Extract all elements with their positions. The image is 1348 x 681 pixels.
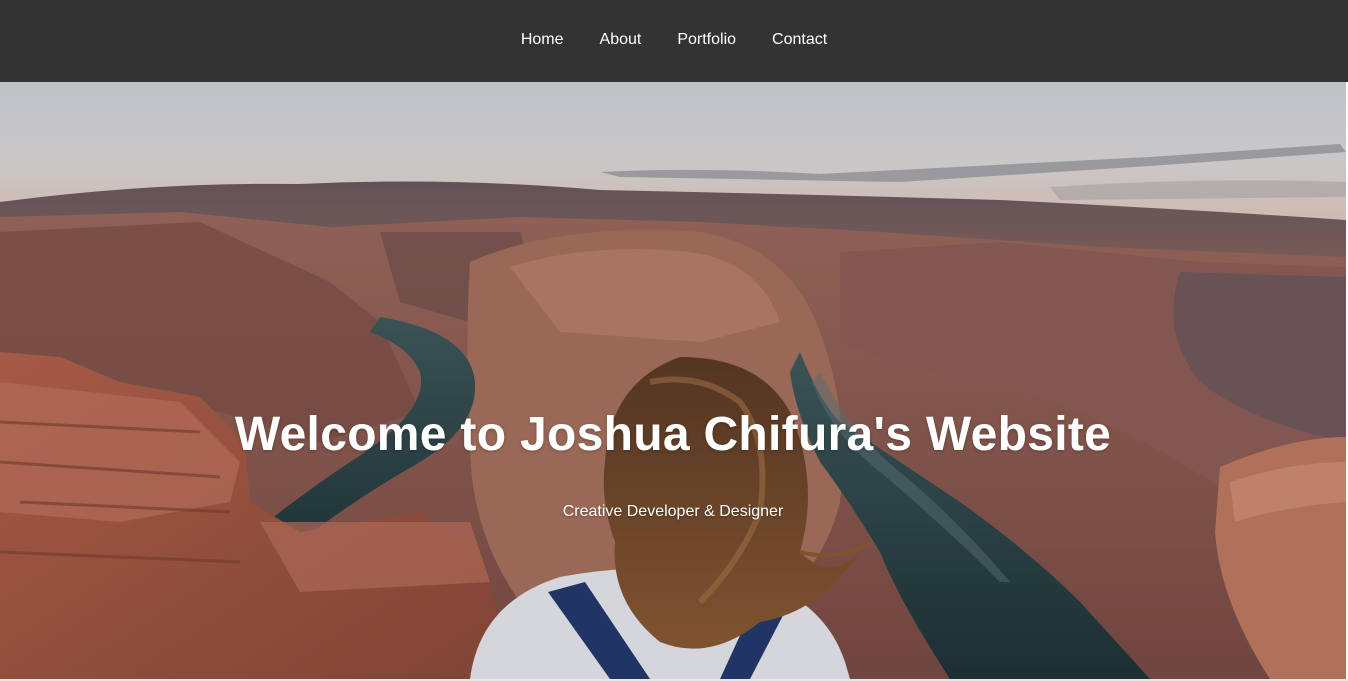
hero-content: Welcome to Joshua Chifura's Website Crea… [0,82,1346,679]
nav-link-contact[interactable]: Contact [754,31,845,48]
hero-section: Welcome to Joshua Chifura's Website Crea… [0,82,1346,679]
nav-item-home: Home [503,31,582,49]
top-navbar: Home About Portfolio Contact [0,0,1348,82]
nav-link-about[interactable]: About [582,31,660,48]
nav-item-about: About [582,31,660,49]
nav-item-contact: Contact [754,31,845,49]
nav-link-portfolio[interactable]: Portfolio [659,31,754,48]
nav-link-home[interactable]: Home [503,31,582,48]
nav-list: Home About Portfolio Contact [503,31,845,49]
hero-subtitle: Creative Developer & Designer [562,503,784,520]
nav-item-portfolio: Portfolio [659,31,754,49]
hero-title: Welcome to Joshua Chifura's Website [234,408,1112,461]
